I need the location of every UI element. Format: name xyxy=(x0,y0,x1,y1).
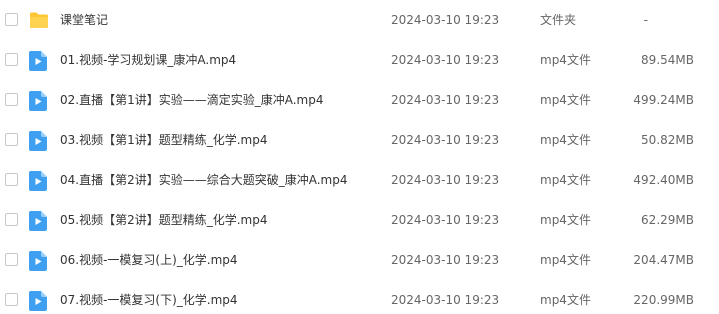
file-row[interactable]: 06.视频-一模复习(上)_化学.mp4 2024-03-10 19:23 mp… xyxy=(0,246,719,286)
file-name[interactable]: 06.视频-一模复习(上)_化学.mp4 xyxy=(60,251,238,269)
row-checkbox[interactable] xyxy=(5,93,18,106)
file-type: mp4文件 xyxy=(540,53,591,67)
row-checkbox[interactable] xyxy=(5,13,18,26)
file-size: 492.40MB xyxy=(633,173,694,187)
video-file-icon xyxy=(29,251,49,271)
row-checkbox[interactable] xyxy=(5,253,18,266)
modified-time: 2024-03-10 19:23 xyxy=(391,213,500,227)
file-name[interactable]: 03.视频【第1讲】题型精练_化学.mp4 xyxy=(60,131,267,149)
file-row[interactable]: 03.视频【第1讲】题型精练_化学.mp4 2024-03-10 19:23 m… xyxy=(0,126,719,166)
row-checkbox[interactable] xyxy=(5,53,18,66)
file-name[interactable]: 04.直播【第2讲】实验——综合大题突破_康冲A.mp4 xyxy=(60,171,347,189)
video-file-icon xyxy=(29,171,49,191)
file-size: - xyxy=(643,13,648,27)
row-checkbox[interactable] xyxy=(5,213,18,226)
row-checkbox[interactable] xyxy=(5,133,18,146)
file-type: mp4文件 xyxy=(540,133,591,147)
file-size: 204.47MB xyxy=(633,253,694,267)
file-size: 62.29MB xyxy=(641,213,694,227)
modified-time: 2024-03-10 19:23 xyxy=(391,173,500,187)
folder-icon xyxy=(29,11,49,31)
file-type: 文件夹 xyxy=(540,13,577,27)
file-name[interactable]: 05.视频【第2讲】题型精练_化学.mp4 xyxy=(60,211,267,229)
video-file-icon xyxy=(29,131,49,151)
file-size: 50.82MB xyxy=(641,133,694,147)
modified-time: 2024-03-10 19:23 xyxy=(391,253,500,267)
video-file-icon xyxy=(29,211,49,231)
file-row[interactable]: 02.直播【第1讲】实验——滴定实验_康冲A.mp4 2024-03-10 19… xyxy=(0,86,719,126)
video-file-icon xyxy=(29,51,49,71)
row-checkbox[interactable] xyxy=(5,173,18,186)
file-type: mp4文件 xyxy=(540,93,591,107)
modified-time: 2024-03-10 19:23 xyxy=(391,133,500,147)
modified-time: 2024-03-10 19:23 xyxy=(391,13,500,27)
file-size: 499.24MB xyxy=(633,93,694,107)
modified-time: 2024-03-10 19:23 xyxy=(391,293,500,307)
file-row-folder[interactable]: 课堂笔记 2024-03-10 19:23 文件夹 - xyxy=(0,6,719,46)
file-name[interactable]: 02.直播【第1讲】实验——滴定实验_康冲A.mp4 xyxy=(60,91,323,109)
file-row[interactable]: 04.直播【第2讲】实验——综合大题突破_康冲A.mp4 2024-03-10 … xyxy=(0,166,719,206)
file-list: 课堂笔记 2024-03-10 19:23 文件夹 - 01.视频-学习规划课_… xyxy=(0,0,719,314)
file-name[interactable]: 课堂笔记 xyxy=(60,11,108,29)
row-checkbox[interactable] xyxy=(5,293,18,306)
file-type: mp4文件 xyxy=(540,293,591,307)
file-row[interactable]: 05.视频【第2讲】题型精练_化学.mp4 2024-03-10 19:23 m… xyxy=(0,206,719,246)
file-size: 220.99MB xyxy=(633,293,694,307)
file-row[interactable]: 07.视频-一模复习(下)_化学.mp4 2024-03-10 19:23 mp… xyxy=(0,286,719,314)
file-name[interactable]: 07.视频-一模复习(下)_化学.mp4 xyxy=(60,291,238,309)
file-row[interactable]: 01.视频-学习规划课_康冲A.mp4 2024-03-10 19:23 mp4… xyxy=(0,46,719,86)
video-file-icon xyxy=(29,91,49,111)
file-type: mp4文件 xyxy=(540,173,591,187)
file-size: 89.54MB xyxy=(641,53,694,67)
file-name[interactable]: 01.视频-学习规划课_康冲A.mp4 xyxy=(60,51,236,69)
file-type: mp4文件 xyxy=(540,213,591,227)
video-file-icon xyxy=(29,291,49,311)
modified-time: 2024-03-10 19:23 xyxy=(391,53,500,67)
modified-time: 2024-03-10 19:23 xyxy=(391,93,500,107)
file-type: mp4文件 xyxy=(540,253,591,267)
